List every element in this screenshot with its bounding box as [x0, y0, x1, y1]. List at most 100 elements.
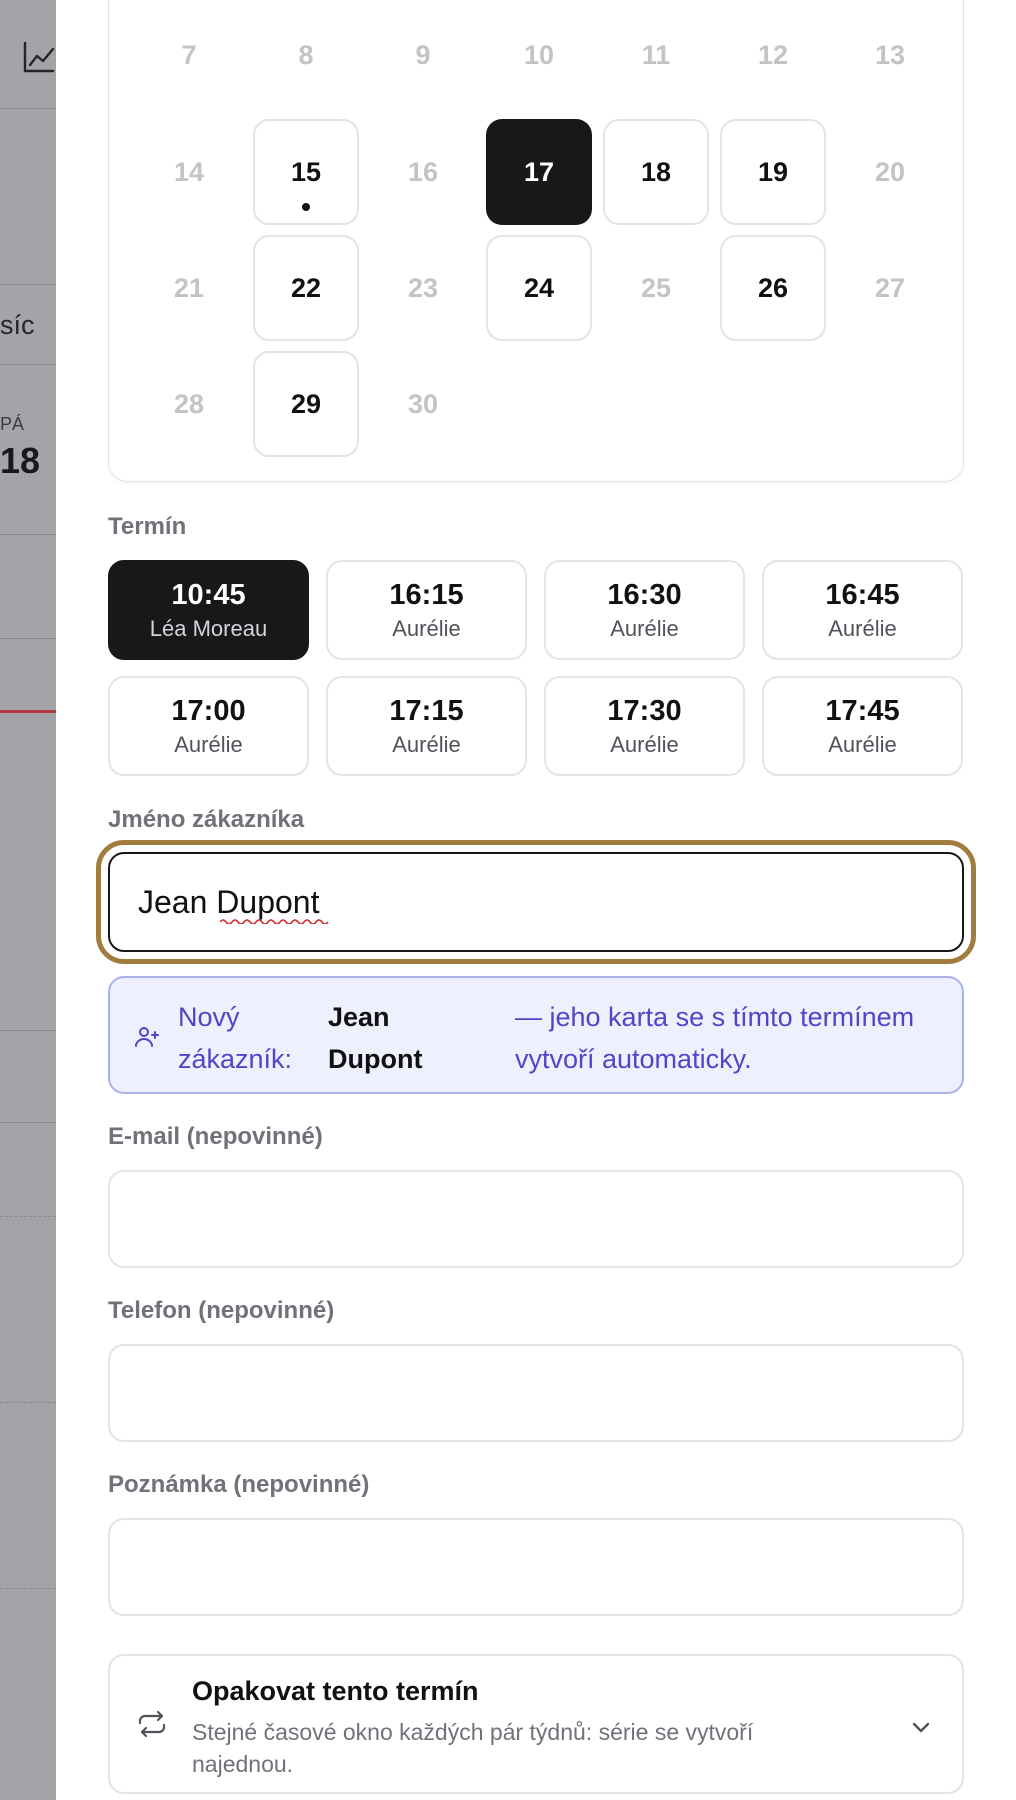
calendar-day-19[interactable]: 19 — [720, 119, 826, 225]
slot-staff: Aurélie — [828, 731, 897, 757]
booking-sheet: 7 8 9 10 11 12 13 14 15 16 17 18 19 20 21 22 23 24 25 26 27 2… — [56, 0, 1016, 1800]
bg-red-line — [0, 710, 56, 713]
slot-time: 16:30 — [607, 578, 682, 611]
calendar-day-7: 7 — [136, 2, 242, 108]
calendar-day-label: 22 — [290, 272, 322, 303]
new-customer-notice: Nový zákazník: Jean Dupont — jeho karta … — [108, 976, 964, 1094]
calendar-day-24[interactable]: 24 — [486, 235, 592, 341]
phone-label: Telefon (nepovinné) — [108, 1297, 335, 1324]
calendar-day-25: 25 — [603, 235, 709, 341]
background-app: síc PÁ 18 — [0, 0, 56, 1800]
slot-staff: Aurélie — [392, 731, 461, 757]
calendar-day-10: 10 — [486, 2, 592, 108]
bg-tab-label: síc — [0, 310, 35, 340]
email-field[interactable] — [108, 1170, 964, 1268]
bg-stat-value: 18 — [0, 440, 41, 481]
calendar-day-label: 18 — [640, 156, 672, 187]
time-slot[interactable]: 16:15 Aurélie — [326, 560, 527, 660]
calendar-day-label: 24 — [523, 272, 555, 303]
time-slot[interactable]: 17:30 Aurélie — [544, 676, 745, 776]
email-label: E-mail (nepovinné) — [108, 1123, 323, 1150]
calendar-day-label: 17 — [523, 156, 555, 187]
slot-time: 10:45 — [171, 578, 246, 611]
calendar-day-label: 19 — [757, 156, 789, 187]
calendar-day-label: 12 — [757, 39, 789, 70]
calendar-day-label: 23 — [407, 272, 439, 303]
bg-stat-label: PÁ — [0, 414, 25, 434]
slots-label: Termín — [108, 513, 187, 540]
slot-staff: Aurélie — [610, 615, 679, 641]
calendar-day-label: 21 — [173, 272, 205, 303]
time-slot[interactable]: 16:45 Aurélie — [762, 560, 963, 660]
calendar-day-30: 30 — [370, 351, 476, 457]
calendar-day-29[interactable]: 29 — [253, 351, 359, 457]
slot-time: 17:30 — [607, 694, 682, 727]
repeat-toggle[interactable]: Opakovat tento termín Stejné časové okno… — [108, 1654, 964, 1794]
customer-name-label: Jméno zákazníka — [108, 806, 305, 833]
notice-suffix: — jeho karta se s tímto termínem vytvoří… — [515, 1002, 915, 1074]
slot-staff: Léa Moreau — [149, 615, 268, 641]
repeat-description: Stejné časové okno každých pár týdnů: sé… — [192, 1719, 754, 1777]
slot-staff: Aurélie — [174, 731, 243, 757]
calendar-day-label: 15 — [290, 156, 322, 187]
calendar-day-15[interactable]: 15 — [253, 119, 359, 225]
calendar-day-14: 14 — [136, 119, 242, 225]
calendar-day-9: 9 — [370, 2, 476, 108]
time-slot[interactable]: 17:15 Aurélie — [326, 676, 527, 776]
calendar-day-20: 20 — [837, 119, 943, 225]
calendar-day-21: 21 — [136, 235, 242, 341]
customer-name-input[interactable] — [108, 852, 964, 952]
chart-line-icon — [22, 40, 56, 74]
calendar-day-26[interactable]: 26 — [720, 235, 826, 341]
calendar-day-label: 8 — [298, 39, 314, 70]
calendar-day-label: 25 — [640, 272, 672, 303]
calendar-day-18[interactable]: 18 — [603, 119, 709, 225]
notice-name: Jean Dupont — [328, 1002, 423, 1074]
calendar-day-label: 9 — [415, 39, 431, 70]
spellcheck-underline — [220, 919, 329, 924]
calendar-day-8: 8 — [253, 2, 359, 108]
calendar-day-label: 10 — [523, 39, 555, 70]
repeat-title: Opakovat tento termín — [192, 1676, 479, 1706]
calendar-card: 7 8 9 10 11 12 13 14 15 16 17 18 19 20 21 22 23 24 25 26 27 2… — [108, 0, 964, 482]
slot-time: 17:00 — [171, 694, 246, 727]
calendar-day-label: 7 — [181, 39, 197, 70]
time-slot[interactable]: 17:45 Aurélie — [762, 676, 963, 776]
time-slot[interactable]: 17:00 Aurélie — [108, 676, 309, 776]
calendar-day-23: 23 — [370, 235, 476, 341]
user-plus-icon — [135, 1027, 159, 1047]
calendar-day-17[interactable]: 17 — [486, 119, 592, 225]
phone-field[interactable] — [108, 1344, 964, 1442]
calendar-day-label: 14 — [173, 156, 205, 187]
calendar-day-label: 30 — [407, 388, 439, 419]
slot-time: 16:15 — [389, 578, 464, 611]
chevron-down-icon — [912, 1722, 930, 1733]
calendar-day-12: 12 — [720, 2, 826, 108]
calendar-day-label: 11 — [641, 39, 671, 70]
slot-staff: Aurélie — [610, 731, 679, 757]
slot-staff: Aurélie — [828, 615, 897, 641]
calendar-day-label: 13 — [874, 39, 906, 70]
time-slot[interactable]: 10:45 Léa Moreau — [108, 560, 309, 660]
slot-time: 17:15 — [389, 694, 464, 727]
calendar-day-16: 16 — [370, 119, 476, 225]
slot-staff: Aurélie — [392, 615, 461, 641]
event-dot — [302, 203, 310, 211]
calendar-day-label: 28 — [173, 388, 205, 419]
calendar-day-28: 28 — [136, 351, 242, 457]
calendar-day-13: 13 — [837, 2, 943, 108]
slot-time: 16:45 — [825, 578, 900, 611]
time-slot[interactable]: 16:30 Aurélie — [544, 560, 745, 660]
calendar-day-label: 20 — [874, 156, 906, 187]
calendar-day-22[interactable]: 22 — [253, 235, 359, 341]
note-label: Poznámka (nepovinné) — [108, 1471, 370, 1498]
note-field[interactable] — [108, 1518, 964, 1616]
calendar-day-11: 11 — [603, 2, 709, 108]
repeat-icon — [138, 1710, 166, 1738]
calendar-day-27: 27 — [837, 235, 943, 341]
calendar-day-label: 26 — [757, 272, 789, 303]
calendar-day-label: 16 — [407, 156, 439, 187]
slot-time: 17:45 — [825, 694, 900, 727]
notice-prefix: Nový zákazník: — [178, 1002, 293, 1074]
calendar-day-label: 27 — [874, 272, 906, 303]
